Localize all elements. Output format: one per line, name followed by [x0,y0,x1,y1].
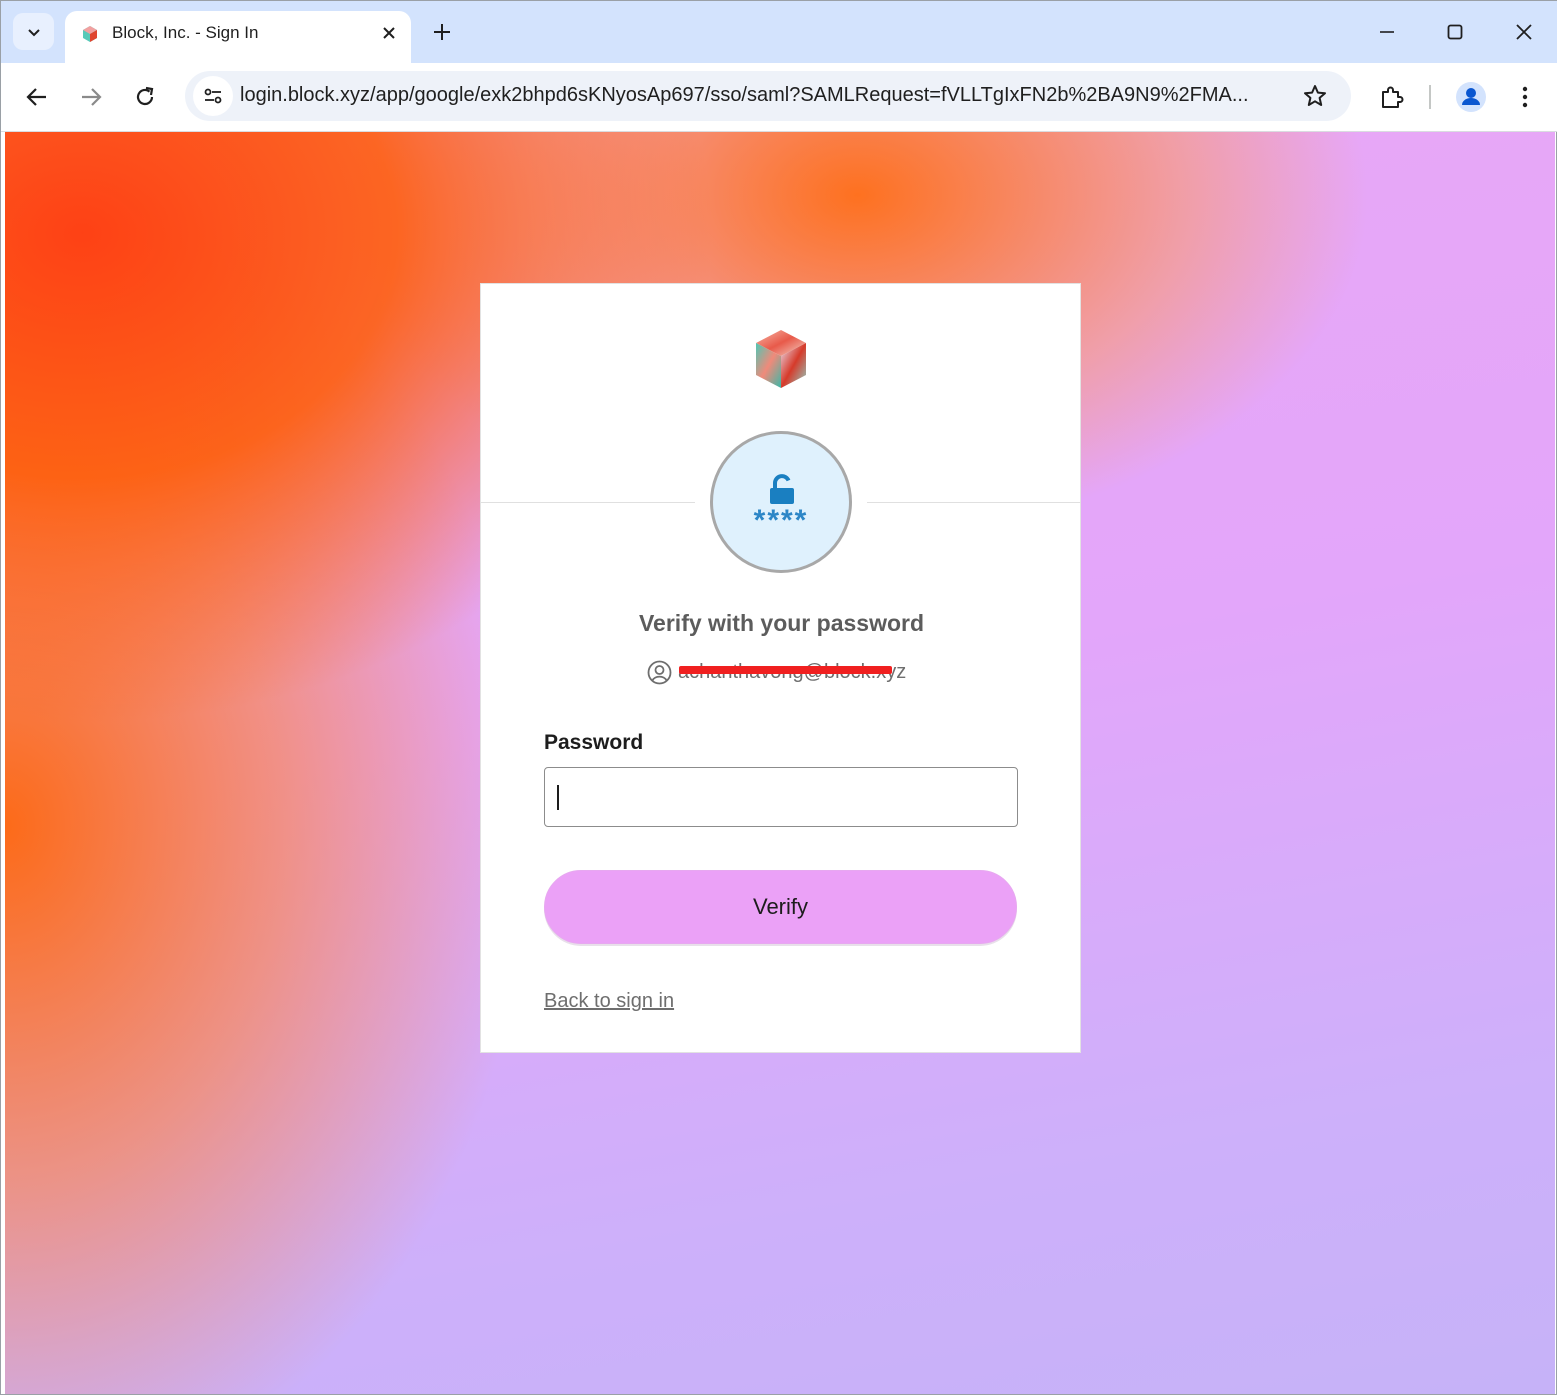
block-favicon-icon [83,26,97,42]
block-logo-icon [756,330,806,388]
close-icon [383,27,395,39]
masked-password-glyphs: **** [753,504,809,537]
back-arrow-icon [26,88,46,106]
bookmark-button[interactable] [1299,80,1331,112]
maximize-icon [1447,24,1463,40]
back-button[interactable] [17,77,57,117]
plus-icon [434,24,450,40]
verify-button[interactable]: Verify [544,870,1017,944]
tab-title: Block, Inc. - Sign In [112,23,259,42]
minimize-icon [1380,31,1394,33]
divider-left [481,502,695,503]
forward-arrow-icon [82,88,102,106]
password-authenticator-badge: **** [710,431,852,573]
window-close-button[interactable] [1507,15,1541,49]
browser-window: Block, Inc. - Sign In login.block.xyz/ap… [0,0,1557,1395]
reload-icon [136,86,154,106]
tab-close-button[interactable] [377,21,401,45]
tab-strip: Block, Inc. - Sign In [1,1,1557,63]
profile-icon [1456,82,1486,112]
extensions-button[interactable] [1372,77,1412,117]
site-info-icon [204,88,222,104]
extensions-icon [1382,86,1404,108]
profile-button[interactable] [1451,77,1491,117]
menu-button[interactable] [1505,77,1545,117]
tab-search-button[interactable] [13,13,54,50]
forward-button[interactable] [71,77,111,117]
reload-button[interactable] [125,77,165,117]
signin-card: **** Verify with your password achanthav… [480,283,1081,1053]
tab-search-icon [27,28,40,36]
window-close-icon [1516,24,1532,40]
more-vert-icon [1522,86,1528,108]
site-info-button[interactable] [193,76,233,116]
back-to-sign-in-link[interactable]: Back to sign in [544,990,674,1013]
text-caret [557,785,559,810]
password-input[interactable] [544,767,1018,827]
redaction-mark [679,666,892,674]
page-background: **** Verify with your password achanthav… [5,132,1555,1394]
maximize-button[interactable] [1438,15,1472,49]
minimize-button[interactable] [1370,15,1404,49]
active-tab[interactable]: Block, Inc. - Sign In [65,11,411,63]
page-title: Verify with your password [638,610,925,636]
browser-toolbar: login.block.xyz/app/google/exk2bhpd6sKNy… [1,63,1557,132]
unlocked-padlock-icon [770,474,794,504]
url-text: login.block.xyz/app/google/exk2bhpd6sKNy… [240,84,1249,106]
address-bar[interactable]: login.block.xyz/app/google/exk2bhpd6sKNy… [185,71,1351,121]
password-label: Password [544,731,644,754]
divider-right [867,502,1081,503]
new-tab-button[interactable] [429,19,455,45]
toolbar-divider [1429,85,1431,109]
star-icon [1304,85,1326,106]
user-circle-icon [647,660,672,685]
